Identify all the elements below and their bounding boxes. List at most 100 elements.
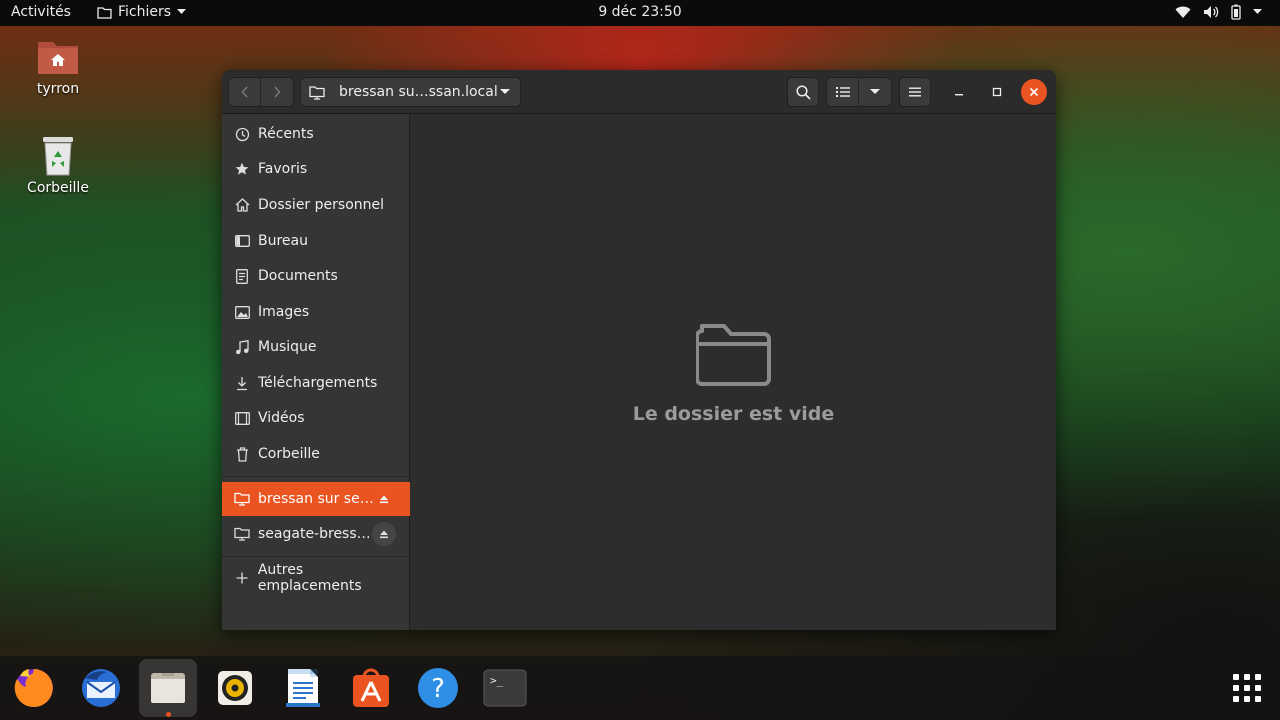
writer-icon <box>286 669 320 707</box>
sidebar-item-trash[interactable]: Corbeille <box>222 437 410 471</box>
sidebar-item-videos[interactable]: Vidéos <box>222 401 410 435</box>
sidebar-item-recents[interactable]: Récents <box>222 117 410 151</box>
downloads-icon <box>234 375 250 391</box>
thunderbird-icon <box>82 669 120 707</box>
sidebar-item-label: Autres emplacements <box>257 562 362 594</box>
dock-firefox[interactable] <box>11 665 57 711</box>
sidebar-item-images[interactable]: Images <box>222 295 410 329</box>
terminal-icon: >_ <box>483 669 527 707</box>
rhythmbox-icon <box>218 671 252 705</box>
top-bar: Activités Fichiers 9 déc 23:50 <box>0 0 1280 26</box>
sidebar-item-documents[interactable]: Documents <box>222 259 410 293</box>
chevron-right-icon <box>274 86 281 98</box>
app-menu-label: Fichiers <box>118 4 172 20</box>
maximize-icon <box>992 87 1002 97</box>
folder-icon <box>97 6 112 19</box>
dock-writer[interactable] <box>280 665 326 711</box>
sidebar-item-label: seagate-bress… <box>258 526 371 542</box>
caret-down-icon <box>1253 9 1262 14</box>
help-icon: ? <box>418 668 458 708</box>
battery-icon <box>1231 4 1241 20</box>
terminal-glyph: >_ <box>490 674 504 687</box>
empty-folder-icon <box>696 324 771 386</box>
close-icon <box>1029 87 1039 97</box>
sidebar-item-label: Vidéos <box>258 410 305 426</box>
sidebar-item-other-locations[interactable]: Autres emplacements <box>222 561 410 595</box>
sidebar-item-label: Images <box>258 304 310 320</box>
list-view-icon <box>835 87 850 97</box>
firefox-icon <box>14 669 53 707</box>
network-folder-icon <box>309 85 325 100</box>
dock-help[interactable]: ? <box>415 665 461 711</box>
music-icon <box>234 339 250 355</box>
eject-button[interactable] <box>372 522 396 546</box>
file-view[interactable]: Le dossier est vide <box>411 114 1056 630</box>
menu-button[interactable] <box>899 77 931 107</box>
eject-icon <box>380 495 388 503</box>
dock-software[interactable] <box>348 665 394 711</box>
minimize-button[interactable] <box>946 79 972 105</box>
back-button[interactable] <box>229 78 262 106</box>
dock-terminal[interactable]: >_ <box>482 665 528 711</box>
trash-icon <box>35 132 81 178</box>
eject-icon <box>380 530 388 538</box>
plus-icon <box>234 570 250 586</box>
sidebar-item-label: Bureau <box>258 233 308 249</box>
dock-files[interactable] <box>139 659 197 717</box>
eject-button[interactable] <box>372 487 396 511</box>
sidebar-item-label: Récents <box>258 126 314 142</box>
search-icon <box>795 84 811 100</box>
app-grid-icon <box>1233 674 1261 702</box>
clock[interactable]: 9 déc 23:50 <box>598 4 681 20</box>
sidebar-item-music[interactable]: Musique <box>222 330 410 364</box>
desktop-icon-label: Corbeille <box>27 180 89 196</box>
caret-down-icon[interactable] <box>500 89 510 95</box>
files-icon <box>151 673 185 703</box>
sidebar-item-desktop[interactable]: Bureau <box>222 224 410 258</box>
documents-icon <box>234 268 250 284</box>
header-bar: bressan su…ssan.local <box>222 70 1056 114</box>
sidebar-item-label: bressan sur se… <box>258 491 374 507</box>
software-icon <box>353 668 389 707</box>
activities-button[interactable]: Activités <box>11 4 71 20</box>
list-view-button[interactable] <box>827 78 860 106</box>
desktop-icon <box>234 233 250 249</box>
forward-button[interactable] <box>261 78 293 106</box>
view-options-button[interactable] <box>859 78 891 106</box>
desktop-icon-label: tyrron <box>36 81 80 97</box>
trash-icon <box>234 446 250 462</box>
help-glyph: ? <box>431 674 445 704</box>
videos-icon <box>234 410 250 426</box>
nav-buttons <box>228 77 294 107</box>
volume-icon <box>1204 6 1219 18</box>
sidebar-item-home[interactable]: Dossier personnel <box>222 188 410 222</box>
dock-rhythmbox[interactable] <box>212 665 258 711</box>
images-icon <box>234 304 250 320</box>
desktop-home-folder[interactable]: tyrron <box>13 33 103 97</box>
system-tray[interactable] <box>1175 4 1262 20</box>
dock-thunderbird[interactable] <box>78 665 124 711</box>
minimize-icon <box>955 94 963 96</box>
chevron-left-icon <box>241 86 248 98</box>
sidebar-separator <box>222 476 410 477</box>
sidebar-item-label: Musique <box>258 339 317 355</box>
maximize-button[interactable] <box>984 79 1010 105</box>
show-applications-button[interactable] <box>1224 665 1270 711</box>
desktop-trash[interactable]: Corbeille <box>13 132 103 196</box>
close-button[interactable] <box>1021 79 1047 105</box>
app-menu[interactable]: Fichiers <box>97 4 187 20</box>
caret-down-icon <box>870 89 880 94</box>
search-button[interactable] <box>787 77 819 107</box>
sidebar-item-favorites[interactable]: Favoris <box>222 152 410 186</box>
recent-icon <box>234 126 250 142</box>
dock: ? >_ <box>0 656 1280 720</box>
files-window: bressan su…ssan.local Récents Favoris Do… <box>222 70 1056 630</box>
sidebar-item-network-bressan[interactable]: bressan sur se… <box>222 482 410 516</box>
sidebar-item-downloads[interactable]: Téléchargements <box>222 366 410 400</box>
sidebar-item-network-seagate[interactable]: seagate-bress… <box>222 517 410 551</box>
running-indicator <box>166 712 171 717</box>
sidebar-item-label: Corbeille <box>258 446 320 462</box>
hamburger-menu-icon <box>909 87 921 97</box>
wifi-icon <box>1175 6 1191 18</box>
path-bar[interactable]: bressan su…ssan.local <box>300 77 521 107</box>
